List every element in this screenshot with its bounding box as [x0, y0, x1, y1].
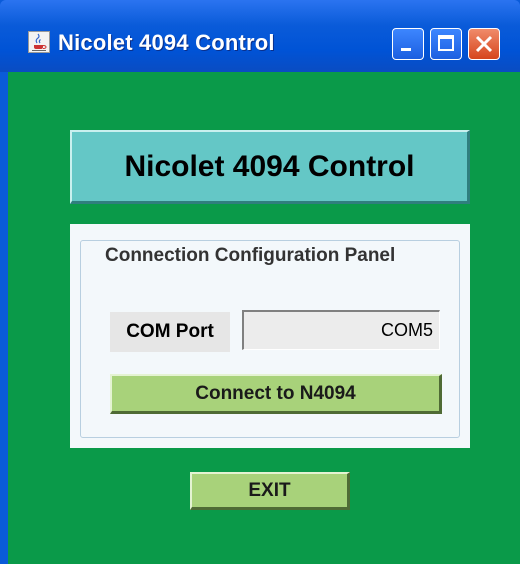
com-port-label: COM Port [110, 312, 230, 352]
java-cup-icon[interactable] [28, 31, 50, 53]
minimize-icon [401, 48, 411, 51]
page-title: Nicolet 4094 Control [124, 149, 415, 183]
connection-panel: Connection Configuration Panel COM Port … [70, 224, 470, 448]
app-window: Nicolet 4094 Control Nicolet 4094 Contro… [0, 0, 520, 564]
connect-button[interactable]: Connect to N4094 [110, 374, 442, 414]
close-icon [475, 35, 493, 53]
client-area: Nicolet 4094 Control Connection Configur… [8, 72, 520, 564]
exit-button[interactable]: EXIT [190, 472, 350, 510]
window-title: Nicolet 4094 Control [58, 30, 275, 55]
title-bar[interactable]: Nicolet 4094 Control [0, 0, 520, 72]
header-banner: Nicolet 4094 Control [70, 130, 470, 204]
com-port-field[interactable] [242, 310, 440, 350]
panel-legend: Connection Configuration Panel [101, 245, 400, 267]
maximize-icon [438, 35, 454, 51]
close-button[interactable] [468, 28, 500, 60]
maximize-button[interactable] [430, 28, 462, 60]
minimize-button[interactable] [392, 28, 424, 60]
